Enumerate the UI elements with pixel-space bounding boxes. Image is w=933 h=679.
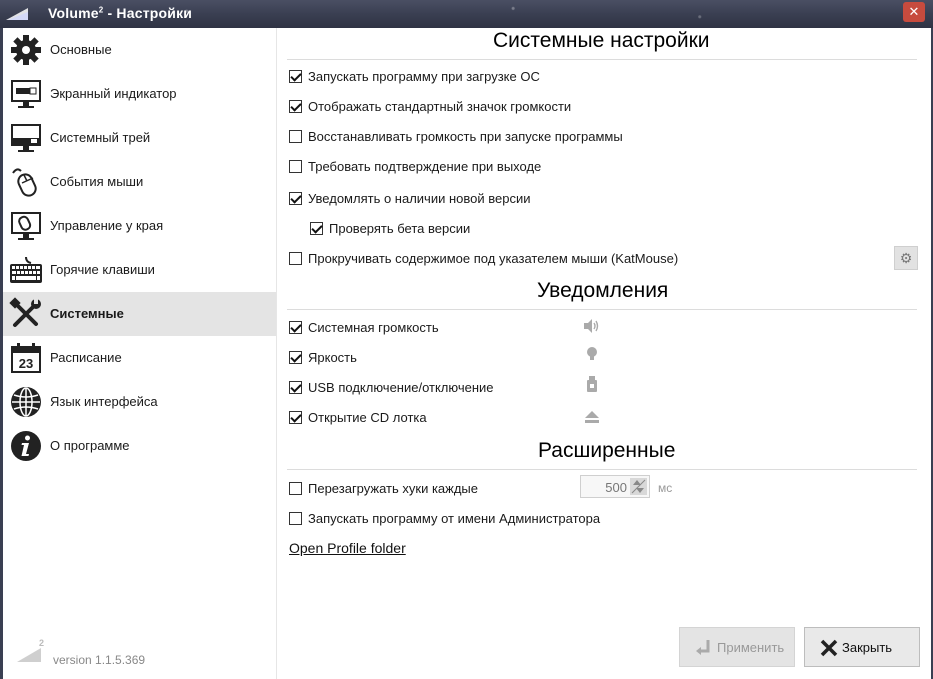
app-logo-icon: 2 [17, 638, 44, 662]
calendar-day: 23 [19, 356, 33, 371]
checkbox[interactable] [289, 192, 302, 205]
close-icon [820, 639, 838, 657]
sidebar-item-screen-edge[interactable]: Управление у края [3, 204, 276, 248]
calendar-icon: 23 [11, 343, 41, 373]
sidebar-item-label: Расписание [50, 350, 122, 365]
option-label: USB подключение/отключение [308, 380, 494, 395]
apply-button-label: Применить [717, 640, 785, 655]
option-label: Уведомлять о наличии новой версии [308, 191, 531, 206]
sidebar-item-label: О программе [50, 438, 130, 453]
interval-unit: мс [658, 481, 673, 495]
settings-window: Volume2 - Настройки ✕ Основные Экранный … [0, 0, 933, 679]
section-title-advanced: Расширенные [538, 439, 676, 462]
checkbox[interactable] [289, 512, 302, 525]
checkbox[interactable] [289, 160, 302, 173]
option-label: Проверять бета версии [329, 221, 471, 236]
screen-edge-mouse-icon [11, 212, 41, 240]
option-label: Требовать подтверждение при выходе [308, 159, 542, 174]
checkbox[interactable] [289, 351, 302, 364]
sidebar: Основные Экранный индикатор Системный тр… [3, 28, 276, 679]
option-label: Запускать программу при загрузке ОС [308, 69, 540, 84]
info-icon [11, 431, 41, 461]
open-profile-folder-link[interactable]: Open Profile folder [289, 540, 406, 556]
gear-icon [11, 35, 41, 65]
sidebar-item-label: Системные [50, 306, 124, 321]
main-panel: Системные настройки Запускать программу … [276, 28, 931, 679]
section-divider [287, 59, 917, 60]
sidebar-item-label: Системный трей [50, 130, 151, 145]
sidebar-item-label: Управление у края [50, 218, 164, 233]
checkbox[interactable] [289, 100, 302, 113]
sidebar-item-system[interactable]: Системные [3, 292, 276, 336]
option-label: Яркость [308, 350, 357, 365]
sidebar-item-about[interactable]: О программе [3, 424, 276, 468]
apply-icon [696, 640, 710, 655]
hooks-interval-value: 500 [605, 480, 627, 495]
close-button-label: Закрыть [842, 640, 893, 655]
sidebar-item-tray[interactable]: Системный трей [3, 116, 276, 160]
checkbox[interactable] [289, 321, 302, 334]
checkbox[interactable] [289, 70, 302, 83]
eject-icon [585, 411, 599, 423]
mouse-icon [12, 168, 37, 197]
window-title: Volume2 - Настройки [48, 5, 193, 21]
sidebar-item-label: Горячие клавиши [50, 262, 155, 277]
version-label: version 1.1.5.369 [53, 653, 146, 667]
sidebar-item-general[interactable]: Основные [3, 28, 276, 72]
checkbox[interactable] [289, 130, 302, 143]
option-label: Запускать программу от имени Администрат… [308, 511, 601, 526]
katmouse-settings-button[interactable]: ⚙ [894, 246, 918, 270]
spin-arrows-icon[interactable] [630, 478, 647, 495]
sidebar-item-label: События мыши [50, 174, 144, 189]
monitor-indicator-icon [11, 80, 41, 108]
section-divider [287, 469, 917, 470]
sidebar-item-schedule[interactable]: 23 Расписание [3, 336, 276, 380]
globe-icon [11, 387, 41, 417]
logo-digit: 2 [39, 638, 44, 648]
checkbox[interactable] [289, 381, 302, 394]
sidebar-item-label: Язык интерфейса [50, 394, 158, 409]
sidebar-item-hotkeys[interactable]: Горячие клавиши [3, 248, 276, 292]
hooks-interval-spinbox[interactable]: 500 [580, 475, 650, 498]
apply-button[interactable]: Применить [679, 627, 795, 667]
tray-icon [11, 124, 41, 152]
sidebar-item-osd[interactable]: Экранный индикатор [3, 72, 276, 116]
title-bar[interactable]: Volume2 - Настройки ✕ [0, 0, 933, 28]
window-close-button[interactable]: ✕ [903, 2, 925, 22]
section-title-system: Системные настройки [493, 29, 710, 52]
close-button[interactable]: Закрыть [804, 627, 920, 667]
option-label: Системная громкость [308, 320, 439, 335]
tools-icon [9, 297, 41, 327]
checkbox[interactable] [289, 482, 302, 495]
checkbox[interactable] [289, 411, 302, 424]
checkbox[interactable] [310, 222, 323, 235]
keyboard-icon [10, 256, 42, 283]
option-label: Прокручивать содержимое под указателем м… [308, 251, 679, 266]
usb-drive-icon [587, 376, 597, 392]
option-label: Перезагружать хуки каждые [308, 481, 479, 496]
option-label: Открытие CD лотка [308, 410, 427, 425]
option-label: Восстанавливать громкость при запуске пр… [308, 129, 623, 144]
sidebar-item-label: Экранный индикатор [50, 86, 177, 101]
section-title-notifications: Уведомления [537, 279, 669, 302]
lightbulb-icon [587, 347, 597, 360]
option-label: Отображать стандартный значок громкости [308, 99, 572, 114]
section-divider [287, 309, 917, 310]
sidebar-item-mouse-events[interactable]: События мыши [3, 160, 276, 204]
checkbox[interactable] [289, 252, 302, 265]
sidebar-item-language[interactable]: Язык интерфейса [3, 380, 276, 424]
app-logo-icon [6, 8, 28, 20]
sidebar-item-label: Основные [50, 42, 112, 57]
speaker-icon [584, 319, 599, 333]
